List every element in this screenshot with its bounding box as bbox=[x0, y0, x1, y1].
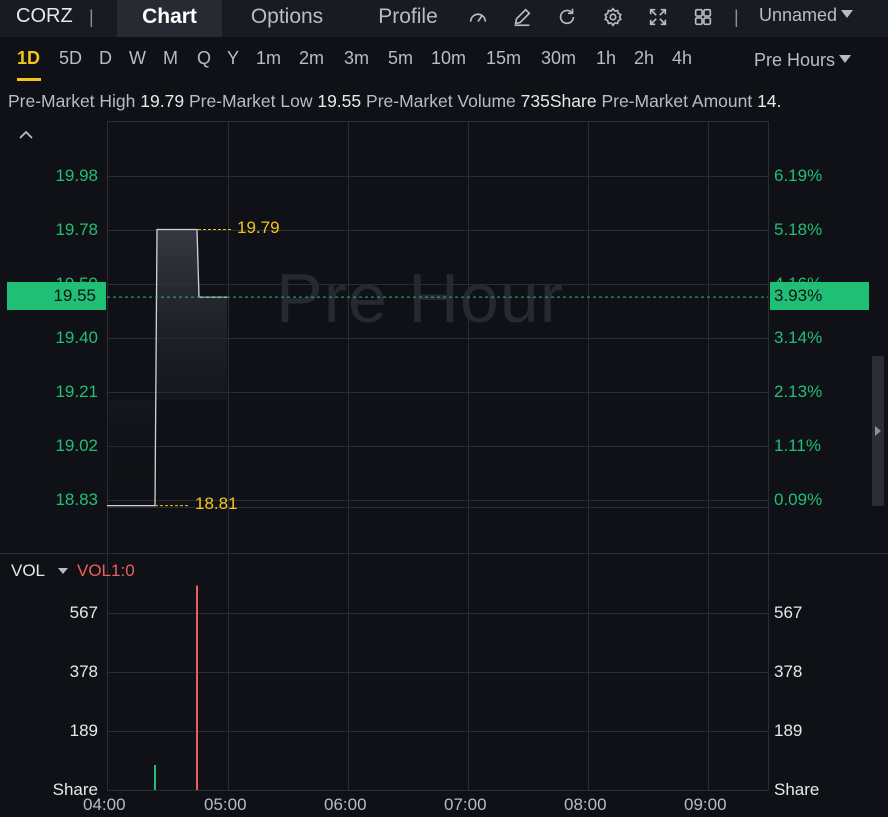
price-chart-svg bbox=[107, 228, 768, 790]
current-price-badge: 19.55 bbox=[7, 282, 106, 310]
volume-label[interactable]: VOL bbox=[11, 561, 45, 581]
volume-bar bbox=[154, 765, 156, 790]
volume-panel-divider bbox=[0, 553, 888, 554]
price-area-fill bbox=[107, 229, 227, 506]
low-marker-label: 18.81 bbox=[195, 494, 238, 513]
current-pct-badge: 3.93% bbox=[770, 282, 869, 310]
volume-indicator-value: VOL1:0 bbox=[77, 561, 135, 580]
high-marker-label: 19.79 bbox=[237, 218, 280, 237]
caret-down-icon[interactable] bbox=[58, 568, 68, 574]
expand-arrow-icon[interactable] bbox=[875, 426, 881, 436]
volume-bar bbox=[196, 585, 198, 790]
